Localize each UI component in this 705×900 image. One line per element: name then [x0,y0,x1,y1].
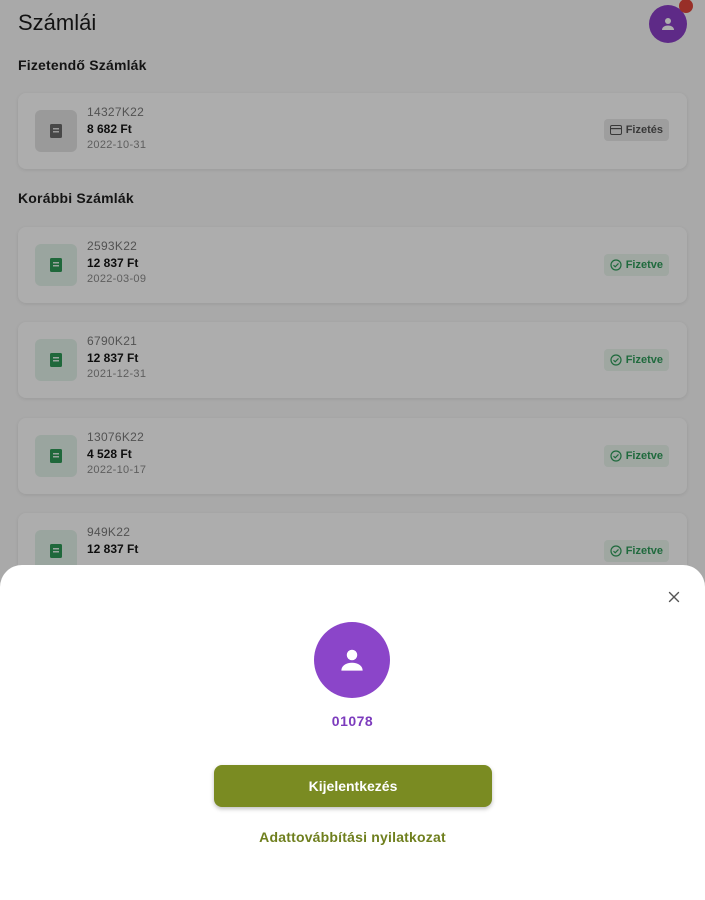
privacy-statement-link[interactable]: Adattovábbítási nyilatkozat [0,829,705,845]
profile-bottom-sheet [0,565,705,900]
person-icon [341,649,363,671]
close-icon [668,591,680,603]
user-avatar [314,622,390,698]
logout-button[interactable]: Kijelentkezés [214,765,492,807]
user-id-label: 01078 [331,713,374,729]
close-button[interactable] [664,587,684,607]
